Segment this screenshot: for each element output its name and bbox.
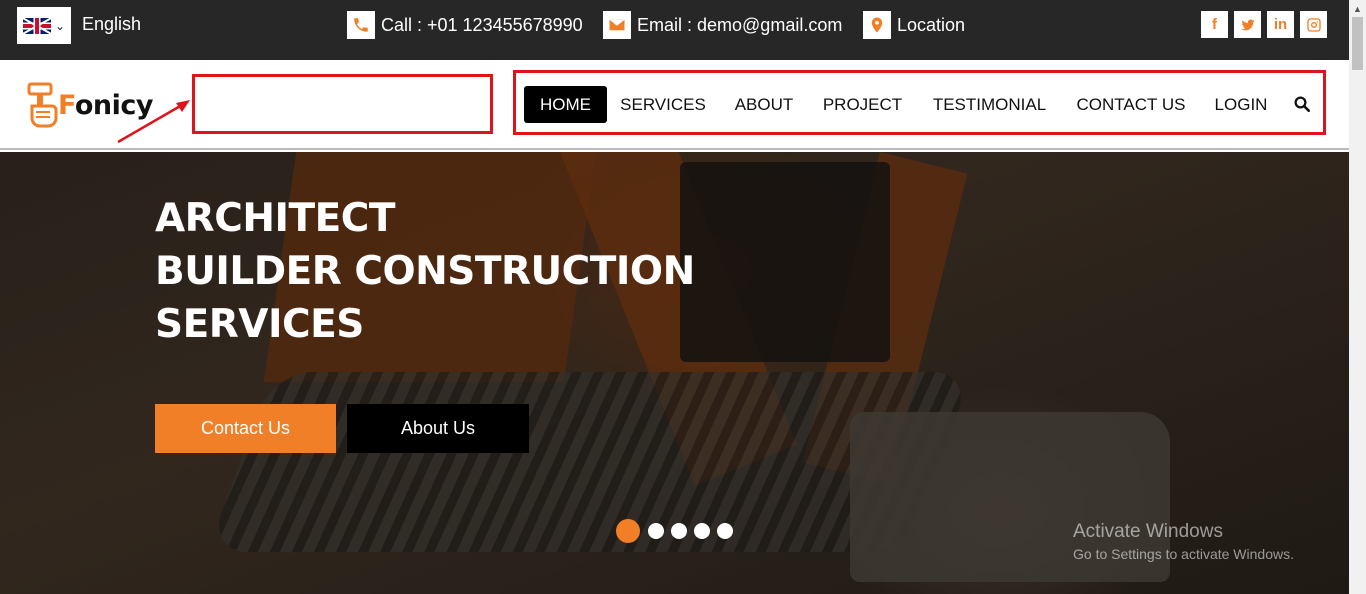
location-info[interactable]: Location bbox=[863, 10, 965, 40]
contact-us-button[interactable]: Contact Us bbox=[155, 404, 336, 453]
envelope-icon bbox=[603, 11, 631, 39]
scroll-up-icon[interactable]: ▲ bbox=[1349, 0, 1366, 17]
slider-dot-2[interactable] bbox=[648, 523, 664, 539]
email-info[interactable]: Email : demo@gmail.com bbox=[603, 10, 842, 40]
nav-contact-us[interactable]: CONTACT US bbox=[1074, 86, 1188, 123]
top-bar: ⌄ English Call : +01 123455678990 Email … bbox=[0, 0, 1349, 60]
location-text: Location bbox=[897, 14, 966, 35]
slider-dot-5[interactable] bbox=[717, 523, 733, 539]
chevron-down-icon: ⌄ bbox=[54, 18, 66, 33]
vertical-scrollbar[interactable]: ▲ bbox=[1349, 0, 1366, 594]
hammer-hand-icon bbox=[27, 82, 58, 128]
linkedin-icon[interactable]: in bbox=[1267, 11, 1294, 38]
hero-title: ARCHITECT BUILDER CONSTRUCTION SERVICES bbox=[155, 196, 695, 347]
annotation-box-empty bbox=[192, 74, 493, 134]
nav-login[interactable]: LOGIN bbox=[1212, 86, 1270, 123]
language-label: English bbox=[82, 14, 142, 34]
about-us-button[interactable]: About Us bbox=[347, 404, 529, 453]
phone-icon bbox=[347, 11, 375, 39]
call-text: Call : +01 123455678990 bbox=[381, 14, 583, 35]
scrollbar-thumb[interactable] bbox=[1352, 17, 1363, 70]
facebook-icon[interactable]: f bbox=[1201, 11, 1228, 38]
map-pin-icon bbox=[863, 11, 891, 39]
uk-flag-icon bbox=[22, 17, 51, 34]
nav-home[interactable]: HOME bbox=[524, 86, 607, 123]
search-icon[interactable] bbox=[1290, 92, 1314, 116]
call-info[interactable]: Call : +01 123455678990 bbox=[347, 10, 583, 40]
nav-testimonial[interactable]: TESTIMONIAL bbox=[929, 86, 1050, 123]
twitter-icon[interactable] bbox=[1234, 11, 1261, 38]
instagram-icon[interactable] bbox=[1300, 11, 1327, 38]
nav-about[interactable]: ABOUT bbox=[731, 86, 797, 123]
language-selector[interactable]: ⌄ bbox=[17, 7, 71, 44]
slider-dot-1[interactable] bbox=[616, 519, 640, 543]
slider-dot-3[interactable] bbox=[671, 523, 687, 539]
email-text: Email : demo@gmail.com bbox=[637, 14, 843, 35]
slider-dot-4[interactable] bbox=[694, 523, 710, 539]
annotation-arrow bbox=[117, 100, 190, 144]
nav-project[interactable]: PROJECT bbox=[820, 86, 905, 123]
windows-activation-watermark: Activate Windows Go to Settings to activ… bbox=[1073, 521, 1294, 562]
nav-services[interactable]: SERVICES bbox=[619, 86, 707, 123]
